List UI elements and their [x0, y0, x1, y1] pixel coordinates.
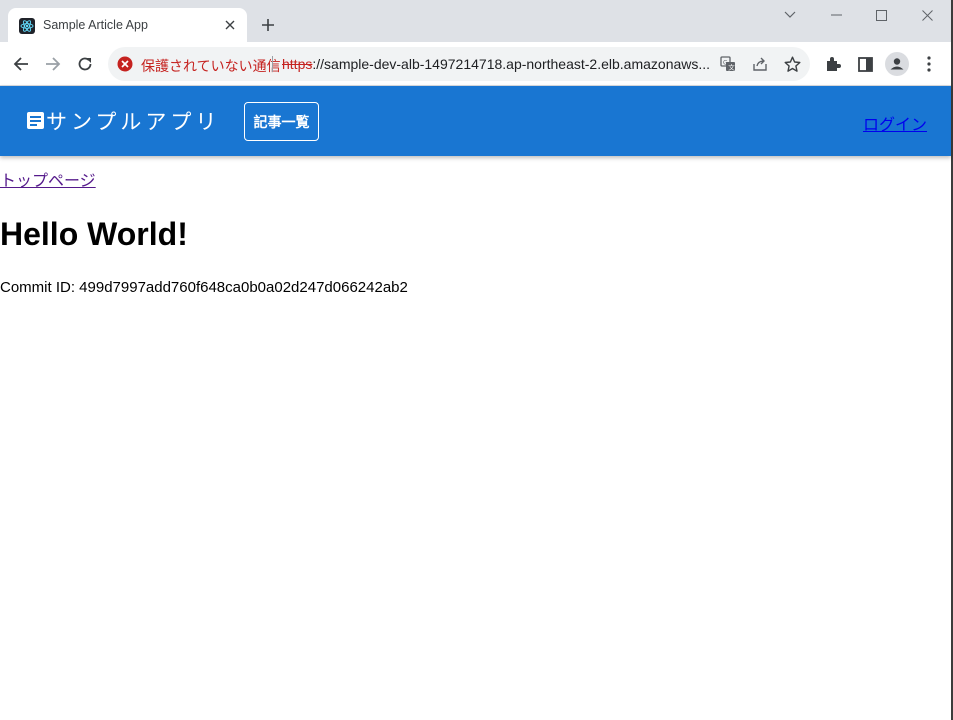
side-panel-icon[interactable] [853, 52, 877, 76]
app-header: サンプルアプリ 記事一覧 ログイン [0, 86, 951, 156]
react-logo-icon [19, 18, 35, 34]
tab-strip: Sample Article App [0, 0, 951, 42]
browser-window: Sample Article App 保護されていない通信 https://sa… [0, 0, 953, 720]
page-heading: Hello World! [0, 216, 188, 252]
forward-arrow-icon[interactable] [39, 50, 67, 78]
maximize-icon[interactable] [858, 4, 904, 26]
browser-tab[interactable]: Sample Article App [8, 8, 247, 42]
login-link[interactable]: ログイン [863, 111, 927, 135]
profile-avatar-icon[interactable] [885, 52, 909, 76]
url-host-path: ://sample-dev-alb-1497214718.ap-northeas… [312, 56, 711, 72]
share-icon[interactable] [750, 54, 770, 74]
brand[interactable]: サンプルアプリ [26, 106, 220, 136]
window-close-icon[interactable] [904, 4, 950, 26]
url-scheme: https [282, 56, 313, 72]
top-page-link[interactable]: トップページ [0, 167, 96, 191]
address-bar[interactable]: 保護されていない通信 https://sample-dev-alb-149721… [108, 47, 810, 81]
minimize-icon[interactable] [813, 4, 859, 26]
close-icon[interactable] [221, 16, 239, 34]
plus-icon[interactable] [257, 14, 279, 36]
not-secure-icon[interactable] [117, 56, 133, 72]
commit-id-text: Commit ID: 499d7997add760f648ca0b0a02d24… [0, 279, 408, 296]
extensions-icon[interactable] [821, 52, 845, 76]
back-arrow-icon[interactable] [7, 50, 35, 78]
security-status-text[interactable]: 保護されていない通信 [141, 56, 281, 76]
chevron-down-icon[interactable] [767, 4, 813, 26]
svg-text:文: 文 [728, 63, 735, 72]
tab-title: Sample Article App [43, 18, 148, 32]
url-text[interactable]: https://sample-dev-alb-1497214718.ap-nor… [282, 56, 712, 72]
more-menu-icon[interactable] [917, 52, 941, 76]
bookmark-star-icon[interactable] [782, 54, 802, 74]
reload-icon[interactable] [71, 50, 99, 78]
brand-name: サンプルアプリ [46, 110, 221, 134]
translate-icon[interactable]: G 文 [718, 54, 738, 74]
article-list-button[interactable]: 記事一覧 [244, 102, 319, 141]
omnibox-divider [272, 56, 273, 72]
article-icon [26, 111, 46, 131]
browser-toolbar: 保護されていない通信 https://sample-dev-alb-149721… [0, 42, 951, 86]
